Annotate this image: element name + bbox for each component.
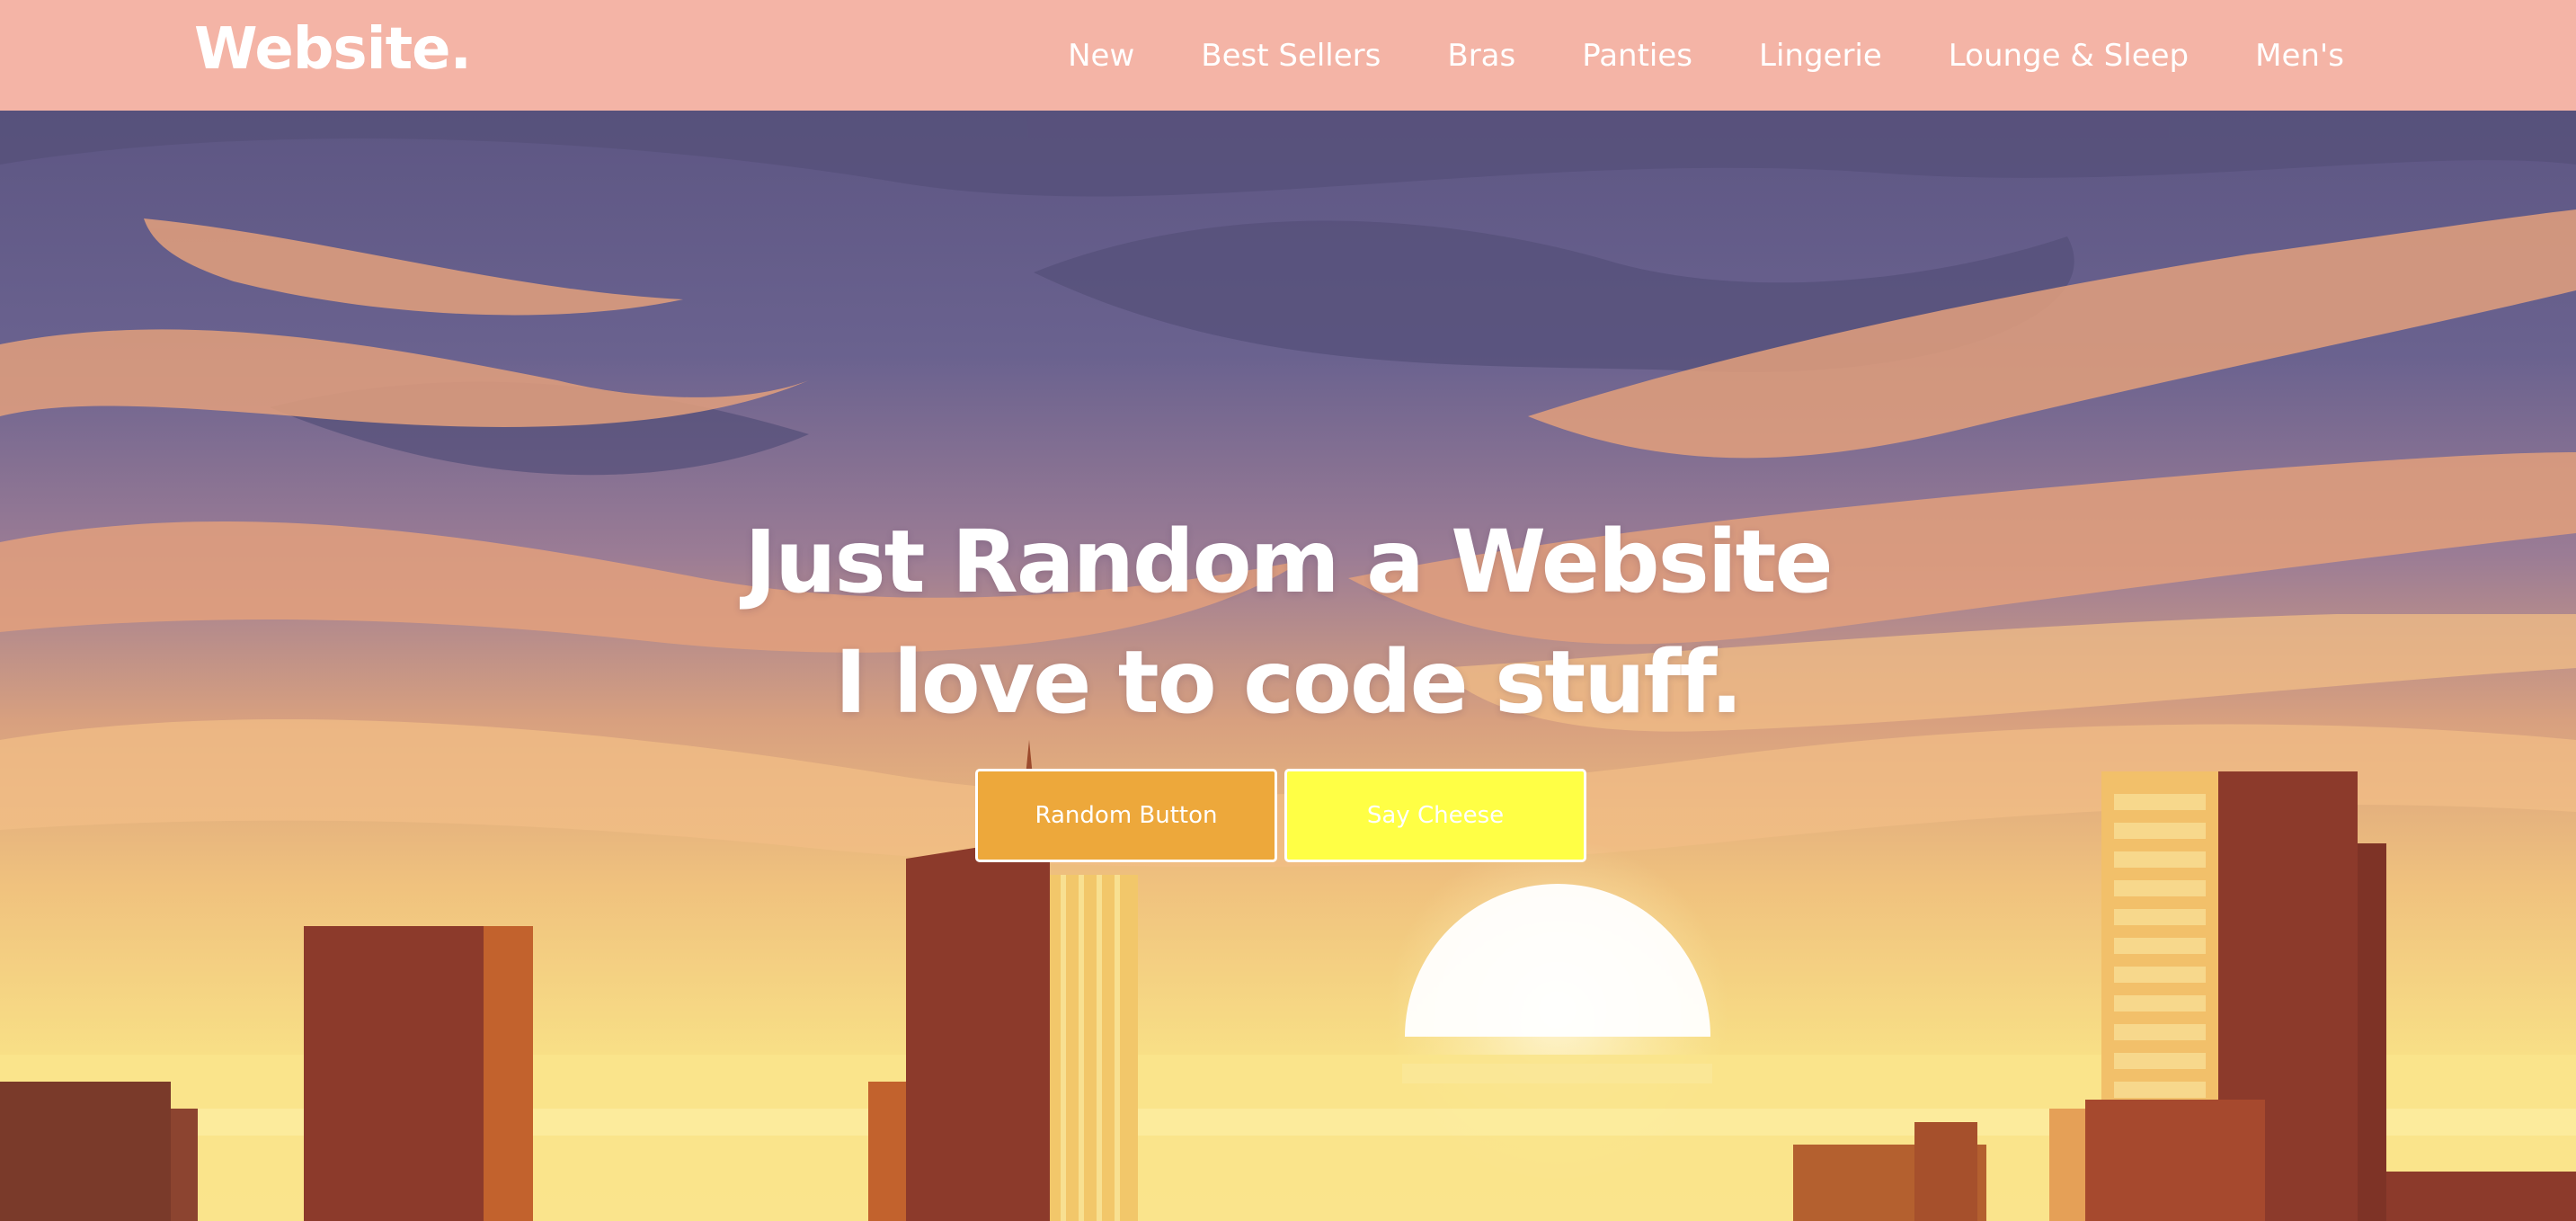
random-button[interactable]: Random Button: [975, 769, 1277, 862]
hero-title-line-1: Just Random a Website: [744, 512, 1833, 612]
nav-menu: New Best Sellers Bras Panties Lingerie L…: [1068, 0, 2344, 111]
nav-link-lounge-sleep[interactable]: Lounge & Sleep: [1949, 38, 2189, 74]
page: Website. New Best Sellers Bras Panties L…: [0, 0, 2576, 1221]
nav-link-mens[interactable]: Men's: [2255, 38, 2344, 74]
site-logo[interactable]: Website.: [194, 16, 472, 83]
nav-link-panties[interactable]: Panties: [1582, 38, 1692, 74]
hero-section: Just Random a Website I love to code stu…: [0, 111, 2576, 1221]
navbar: Website. New Best Sellers Bras Panties L…: [0, 0, 2576, 111]
hero-title-line-2: I love to code stuff.: [834, 632, 1744, 733]
hero-title: Just Random a Website I love to code stu…: [0, 502, 2576, 743]
nav-link-new[interactable]: New: [1068, 38, 1134, 74]
say-cheese-button[interactable]: Say Cheese: [1284, 769, 1586, 862]
nav-link-lingerie[interactable]: Lingerie: [1759, 38, 1882, 74]
nav-link-best-sellers[interactable]: Best Sellers: [1201, 38, 1381, 74]
hero-buttons: Random Button Say Cheese: [975, 769, 1586, 862]
nav-link-bras[interactable]: Bras: [1447, 38, 1515, 74]
